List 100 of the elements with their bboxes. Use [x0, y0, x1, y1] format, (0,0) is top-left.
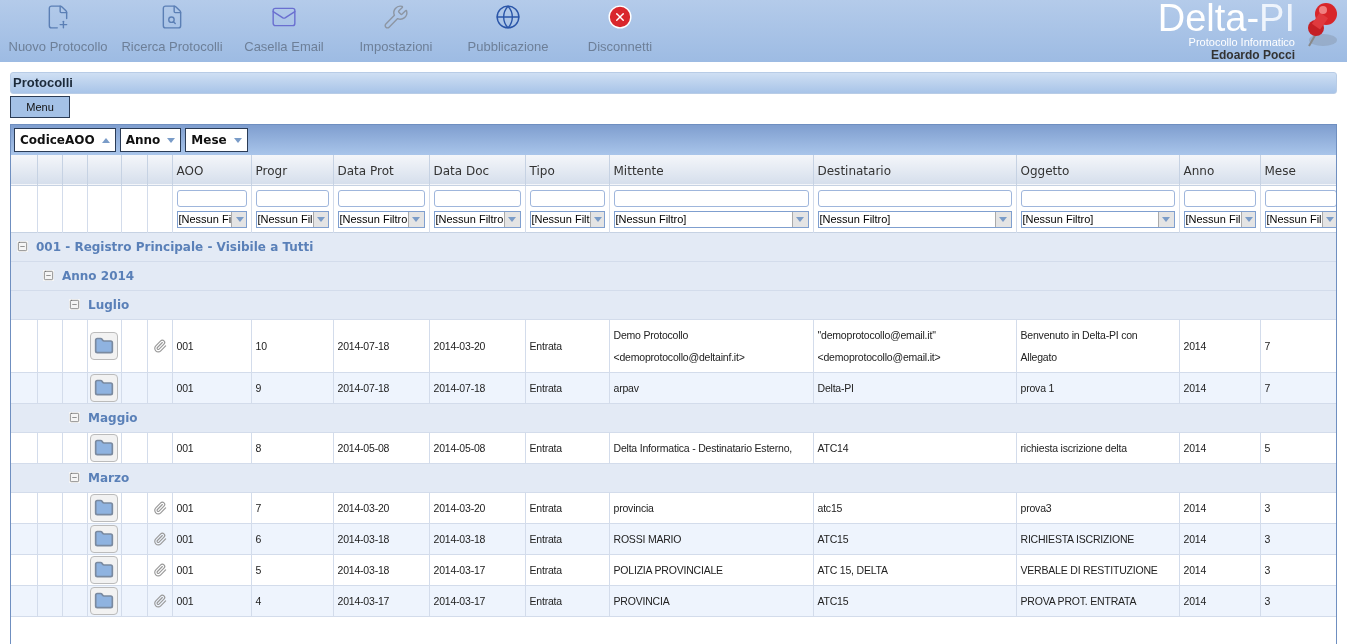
caret-icon [412, 216, 420, 222]
table-cell: 2014 [1183, 501, 1207, 514]
table-cell: 2014-07-18 [433, 381, 486, 394]
column-header[interactable]: Progr [255, 164, 288, 178]
table-cell: ATC14 [817, 441, 849, 454]
table-cell: PROVINCIA [613, 594, 670, 607]
table-cell: 2014-05-08 [433, 441, 486, 454]
panel-title: Protocolli [13, 74, 73, 93]
caret-icon [1326, 216, 1335, 222]
filter-input[interactable] [1264, 189, 1336, 207]
logo-subtitle: Protocollo Informatico [1188, 36, 1295, 48]
filter-input[interactable] [1020, 189, 1175, 207]
filter-input[interactable] [337, 189, 425, 207]
table-cell: 2014-07-18 [337, 381, 390, 394]
filter-input[interactable] [529, 189, 605, 207]
filter-dropdown[interactable]: [Nessun Filt [529, 210, 605, 228]
table-cell: Entrata [529, 594, 562, 607]
table-cell: 2014-03-20 [433, 501, 486, 514]
collapse-toggle[interactable] [69, 299, 80, 311]
collapse-toggle[interactable] [43, 270, 54, 282]
column-header[interactable]: Destinatario [817, 164, 892, 178]
table-cell: Entrata [529, 501, 562, 514]
filter-input[interactable] [817, 189, 1012, 207]
column-header[interactable]: Data Doc [433, 164, 490, 178]
table-cell: 2014 [1183, 532, 1207, 545]
table-cell: ROSSI MARIO [613, 532, 682, 545]
filter-input[interactable] [613, 189, 809, 207]
table-cell: 2014 [1183, 594, 1207, 607]
menu-button[interactable]: Menu [10, 96, 70, 119]
folder-button[interactable] [90, 331, 118, 360]
table-cell: 2014-03-20 [337, 501, 390, 514]
table-cell: 2014-03-18 [433, 532, 486, 545]
filter-dropdown[interactable]: [Nessun Filtro [433, 210, 521, 228]
table-cell: 3 [1264, 532, 1271, 545]
table-cell: 7 [255, 501, 262, 514]
globe-icon [495, 4, 521, 30]
table-cell: 10 [255, 339, 267, 352]
table-cell: 001 [176, 501, 194, 514]
folder-icon [94, 377, 114, 398]
filter-dropdown[interactable]: [Nessun Fil [1264, 210, 1336, 228]
table-cell: 2014-03-20 [433, 339, 486, 352]
column-header[interactable]: Anno [1183, 164, 1215, 178]
filter-dropdown[interactable]: [Nessun Fil [255, 210, 329, 228]
column-header[interactable]: Mittente [613, 164, 664, 178]
folder-button[interactable] [90, 555, 118, 584]
table-cell: 001 [176, 381, 194, 394]
table-cell: 001 [176, 594, 194, 607]
table-cell: ATC15 [817, 594, 849, 607]
folder-button[interactable] [90, 586, 118, 615]
column-header[interactable]: Tipo [529, 164, 555, 178]
column-header[interactable]: Data Prot [337, 164, 394, 178]
table-cell: 2014 [1183, 563, 1207, 576]
table-cell: 3 [1264, 563, 1271, 576]
table-cell: 2014-07-18 [337, 339, 390, 352]
column-header[interactable]: Oggetto [1020, 164, 1070, 178]
table-cell: 5 [1264, 441, 1271, 454]
filter-dropdown[interactable]: [Nessun Filtro] [1020, 210, 1175, 228]
table-cell: PROVA PROT. ENTRATA [1020, 594, 1137, 607]
filter-dropdown[interactable]: [Nessun Filtro] [817, 210, 1012, 228]
collapse-toggle[interactable] [17, 241, 28, 253]
collapse-toggle[interactable] [69, 472, 80, 484]
group-label: Luglio [88, 296, 130, 314]
caret-icon [594, 216, 603, 222]
filter-dropdown[interactable]: [Nessun Fil [1183, 210, 1256, 228]
filter-input[interactable] [1183, 189, 1256, 207]
group-by-chip[interactable]: Mese [185, 128, 248, 153]
table-cell: 3 [1264, 594, 1271, 607]
table-cell: 2014 [1183, 381, 1207, 394]
table-cell: richiesta iscrizione delta [1020, 441, 1127, 454]
filter-dropdown[interactable]: [Nessun Filtro] [613, 210, 809, 228]
table-cell: prova 1 [1020, 381, 1055, 394]
collapse-toggle[interactable] [69, 412, 80, 424]
column-header[interactable]: Mese [1264, 164, 1296, 178]
filter-input[interactable] [433, 189, 521, 207]
table-cell: 001 [176, 441, 194, 454]
table-cell: 3 [1264, 501, 1271, 514]
table-cell: VERBALE DI RESTITUZIONE [1020, 563, 1158, 576]
folder-icon [94, 590, 114, 611]
table-cell: Entrata [529, 563, 562, 576]
folder-button[interactable] [90, 493, 118, 522]
table-cell: Entrata [529, 339, 562, 352]
folder-button[interactable] [90, 524, 118, 553]
table-cell: ATC 15, DELTA [817, 563, 888, 576]
table-cell: Entrata [529, 532, 562, 545]
filter-dropdown[interactable]: [Nessun Filtro [337, 210, 425, 228]
table-cell: 9 [255, 381, 262, 394]
table-cell: Delta-PI [817, 381, 854, 394]
column-header[interactable]: AOO [176, 164, 204, 178]
table-cell: 8 [255, 441, 262, 454]
table-cell: Entrata [529, 381, 562, 394]
filter-input[interactable] [255, 189, 329, 207]
folder-button[interactable] [90, 433, 118, 462]
caret-icon [1245, 216, 1254, 222]
filter-dropdown[interactable]: [Nessun Fi [176, 210, 247, 228]
group-by-chip[interactable]: Anno [119, 128, 182, 153]
group-by-chip[interactable]: CodiceAOO [14, 128, 116, 153]
filter-input[interactable] [176, 189, 247, 207]
table-cell: 001 [176, 532, 194, 545]
folder-button[interactable] [90, 373, 118, 402]
table-cell: 2014-03-17 [433, 563, 486, 576]
